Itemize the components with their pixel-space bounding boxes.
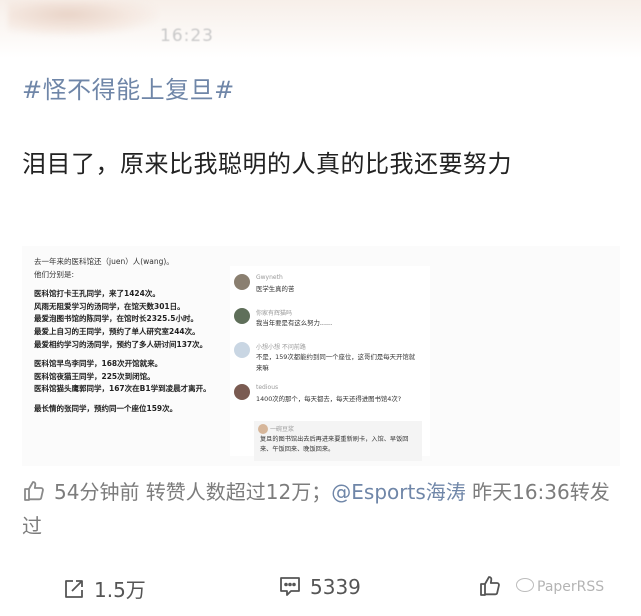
hashtag-link[interactable]: #怪不得能上复旦# <box>22 70 235 105</box>
avatar <box>258 424 268 434</box>
comment-icon <box>280 577 300 596</box>
watermark: PaperRSS <box>516 578 604 595</box>
like-icon <box>480 576 500 596</box>
mention-link[interactable]: @Esports海涛 <box>331 480 465 504</box>
comment-author: 小想小想 不问前路 <box>256 344 306 351</box>
comment-author: tedious <box>256 384 279 391</box>
comment-author: Gwyneth <box>256 274 283 281</box>
comment-button[interactable]: 5339 <box>278 574 361 599</box>
thumbs-up-icon <box>22 479 46 503</box>
blurred-avatar <box>8 0 158 36</box>
post-time: 16:23 <box>160 26 214 46</box>
comment-text: 医学生真的苦 <box>256 285 295 293</box>
post-text: 泪目了，原来比我聪明的人真的比我还要努力 <box>22 150 512 178</box>
avatar <box>234 308 250 324</box>
embedded-image[interactable]: 去一年来的医科馆还（juen）人(wang)。 他们分别是: 医科馆打卡王孔同学… <box>22 246 620 466</box>
reply-author: 一碗豆浆 <box>270 426 295 433</box>
watermark-text: PaperRSS <box>537 579 605 595</box>
notice-line: 医科馆夜猫王同学，225次到闭馆。 <box>34 371 155 381</box>
reply-text: 复旦的图书馆出去后再进来要重新刷卡，入馆、早饭回来、午饭回来、晚饭回来。 <box>260 436 409 453</box>
comment-text: 我当年要是有这么努力...... <box>256 319 333 327</box>
comment-list: Gwyneth 医学生真的苦 你家有辉猫吗 我当年要是有这么努力...... 小… <box>230 266 430 461</box>
share-button[interactable]: 1.5万 <box>62 574 146 603</box>
notice-intro-1: 去一年来的医科馆还（juen）人(wang)。 <box>34 257 174 266</box>
avatar <box>234 342 250 358</box>
wechat-icon <box>516 578 534 592</box>
share-count: 1.5万 <box>94 578 146 602</box>
like-button[interactable] <box>478 574 510 599</box>
notice-intro-2: 他们分别是: <box>34 269 75 279</box>
share-icon <box>65 580 83 598</box>
repost-prefix: 54分钟前 转赞人数超过12万； <box>54 480 332 504</box>
avatar <box>234 274 250 290</box>
notice-line: 最爱相约学习的汤同学，预约了多人研讨间137次。 <box>34 339 208 349</box>
comment-author: 你家有辉猫吗 <box>256 310 293 317</box>
notice-line: 医科馆打卡王孔同学，来了1424次。 <box>34 289 160 299</box>
notice-line: 最爱泡图书馆的陈同学，在馆时长2325.5小时。 <box>34 314 198 324</box>
notice-line: 医科馆早鸟李同学，168次开馆就来。 <box>34 359 163 369</box>
comment-count: 5339 <box>310 575 361 599</box>
comment-text: 1400次的那个，每天都去，每天还得进图书馆4次? <box>256 395 402 403</box>
notice-line: 最长情的张同学，预约同一个座位159次。 <box>34 403 178 413</box>
notice-line: 风雨无阻爱学习的汤同学，在馆天数301日。 <box>34 301 185 311</box>
avatar <box>234 384 250 400</box>
notice-line: 最爱上自习的王同学，预约了单人研究室244次。 <box>34 326 200 336</box>
blurred-header <box>0 0 641 58</box>
comment-text: 不是，159次都能约到同一个座位，这哥们是每天开馆就来嘛 <box>256 353 416 372</box>
notice-line: 医科馆猫头鹰郭同学，167次在B1学到凌晨才离开。 <box>34 384 211 394</box>
reply-box: 一碗豆浆 复旦的图书馆出去后再进来要重新刷卡，入馆、早饭回来、午饭回来、晚饭回来… <box>254 421 422 461</box>
repost-info: 54分钟前 转赞人数超过12万；@Esports海涛 昨天16:36转发过 <box>22 475 622 543</box>
library-notice: 去一年来的医科馆还（juen）人(wang)。 他们分别是: 医科馆打卡王孔同学… <box>34 256 234 416</box>
